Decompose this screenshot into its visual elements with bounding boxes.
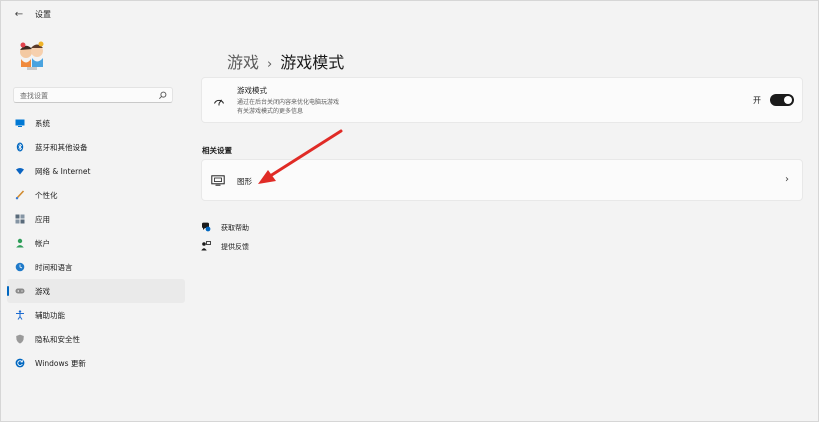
update-icon [15,358,25,368]
sidebar-item-label: 蓝牙和其他设备 [35,143,88,152]
sidebar-item-label: 个性化 [35,191,58,200]
avatar[interactable] [17,39,47,71]
graphics-settings-card[interactable]: 图形 › [201,159,803,201]
sidebar-item-apps[interactable]: 应用 [7,207,185,231]
main-content: 游戏 › 游戏模式 游戏模式 通过在后台关闭内容来优化电脑玩游戏 有关游戏模式的更多… [201,1,807,423]
search-icon [159,91,167,99]
give-feedback-label: 提供反馈 [221,243,249,251]
sidebar-item-label: 系统 [35,119,50,128]
sidebar-item-windows-update[interactable]: Windows 更新 [7,351,185,375]
app-title: 设置 [35,10,51,19]
breadcrumb: 游戏 › 游戏模式 [227,49,344,73]
selection-indicator [7,286,9,296]
sidebar-item-label: 帐户 [35,239,50,248]
breadcrumb-separator: › [267,57,273,72]
person-icon [16,238,24,248]
wifi-icon [16,168,24,175]
settings-window: ← 设置 查找设置 系统 蓝牙和其他设备 网络 & Internet 个性化 应… [0,0,819,422]
search-input[interactable]: 查找设置 [13,87,173,103]
sidebar-item-personalization[interactable]: 个性化 [7,183,185,207]
back-arrow-icon[interactable]: ← [11,7,27,23]
globe-clock-icon [15,262,25,272]
search-placeholder: 查找设置 [20,92,48,100]
sidebar-item-label: 游戏 [35,287,50,296]
game-mode-card: 游戏模式 通过在后台关闭内容来优化电脑玩游戏 有关游戏模式的更多信息 开 [201,77,803,123]
page-title: 游戏模式 [280,53,345,72]
sidebar-item-gaming[interactable]: 游戏 [7,279,185,303]
display-icon [211,175,225,186]
sidebar-item-bluetooth[interactable]: 蓝牙和其他设备 [7,135,185,159]
sidebar-item-system[interactable]: 系统 [7,111,185,135]
shield-icon [16,334,24,344]
sidebar-item-time-language[interactable]: 时间和语言 [7,255,185,279]
sidebar-item-label: 应用 [35,215,50,224]
speedometer-icon [214,99,224,106]
gamepad-icon [15,288,25,294]
get-help-label: 获取帮助 [221,224,249,232]
sidebar-item-label: 网络 & Internet [35,167,91,176]
chevron-right-icon: › [785,174,789,185]
sidebar-item-label: 辅助功能 [35,311,65,320]
monitor-icon [15,119,25,127]
help-icon [202,222,211,232]
game-mode-toggle[interactable] [770,94,794,106]
sidebar-item-privacy[interactable]: 隐私和安全性 [7,327,185,351]
sidebar-item-network[interactable]: 网络 & Internet [7,159,185,183]
bluetooth-icon [16,142,24,152]
graphics-label: 图形 [237,177,252,186]
sidebar-item-accounts[interactable]: 帐户 [7,231,185,255]
sidebar-nav: 系统 蓝牙和其他设备 网络 & Internet 个性化 应用 帐户 时间和语言 [7,111,185,375]
related-settings-heading: 相关设置 [202,146,232,155]
game-mode-learn-more[interactable]: 有关游戏模式的更多信息 [237,106,303,115]
toggle-knob [784,96,792,104]
apps-icon [15,214,25,224]
sidebar-item-accessibility[interactable]: 辅助功能 [7,303,185,327]
sidebar-item-label: 时间和语言 [35,263,73,272]
sidebar-item-label: 隐私和安全性 [35,335,80,344]
feedback-icon [201,241,211,251]
brush-icon [15,190,25,200]
toggle-state-label: 开 [753,96,761,105]
game-mode-title: 游戏模式 [237,86,267,95]
breadcrumb-parent[interactable]: 游戏 [227,53,259,72]
accessibility-icon [16,310,24,320]
game-mode-description: 通过在后台关闭内容来优化电脑玩游戏 [237,99,340,106]
sidebar-item-label: Windows 更新 [35,359,86,368]
